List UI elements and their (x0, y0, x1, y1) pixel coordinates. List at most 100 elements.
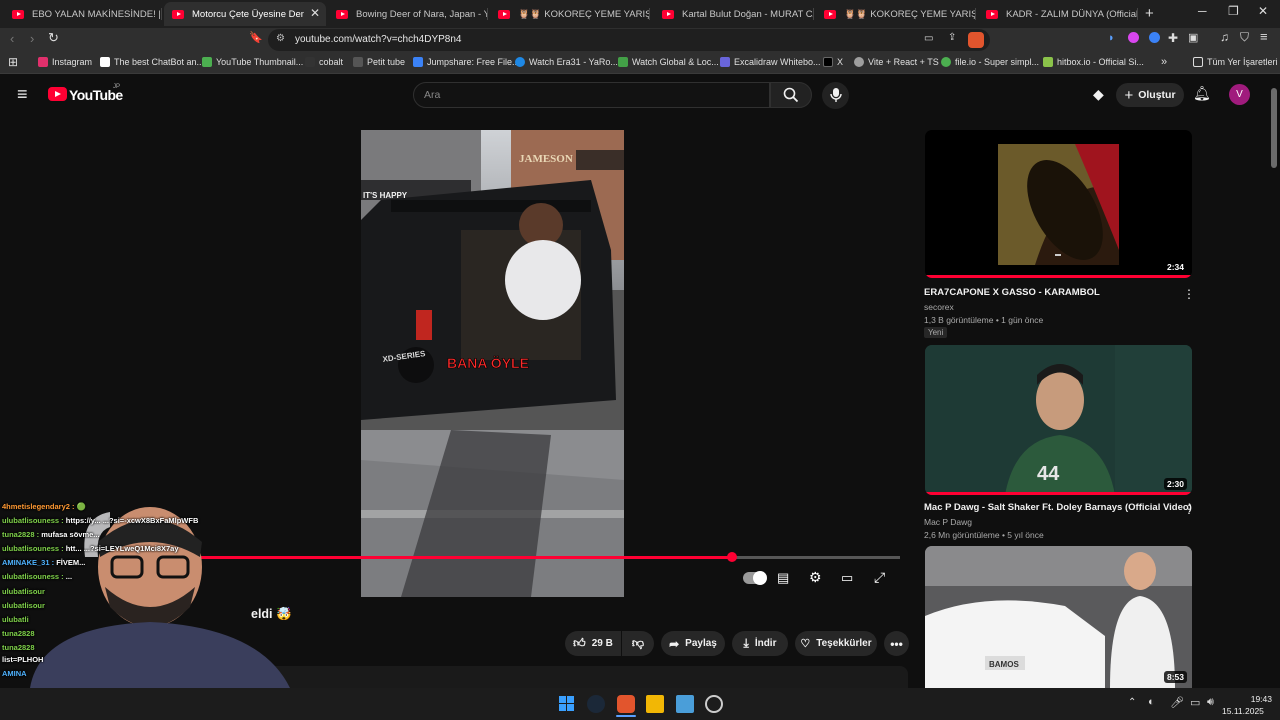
forward-icon[interactable]: › (30, 31, 34, 46)
file-explorer-icon[interactable] (646, 695, 664, 713)
bookmark-hitbox[interactable]: hitbox.io - Official Si... (1043, 57, 1144, 67)
tab-4[interactable]: 🦉🦉 KOKOREÇ YEME YARIŞMASI 2 | (490, 2, 650, 26)
bookmark-vite[interactable]: Vite + React + TS (854, 57, 939, 67)
description-box[interactable] (240, 666, 908, 688)
video-progress-bar[interactable] (200, 552, 900, 562)
new-tab-icon[interactable]: + (1145, 5, 1154, 22)
brave-browser-icon[interactable] (617, 695, 635, 713)
video-player[interactable]: JAMESON IT'S HAPPY XD-SERIES BANA ÖYLE (361, 130, 624, 597)
theater-mode-icon[interactable]: ▭ (841, 570, 853, 586)
extension-1-icon[interactable]: ◗ (1108, 32, 1115, 44)
like-button[interactable]: 👍︎ 29 B (565, 631, 621, 656)
menu-icon[interactable]: ≡ (1260, 29, 1268, 44)
bookmark-file-io[interactable]: file.io - Super simpl... (941, 57, 1039, 67)
channel-name-2[interactable]: Mac P Dawg (924, 517, 972, 527)
obs-icon[interactable] (705, 695, 723, 713)
apps-grid-icon[interactable]: ⊞ (8, 55, 18, 69)
recommendation-thumbnail-3[interactable]: BAMOS 8:53 (925, 546, 1192, 688)
thanks-button[interactable]: ♡ Teşekkürler (795, 631, 877, 656)
app-icon[interactable] (676, 695, 694, 713)
recommendation-thumbnail-2[interactable]: 44 2:30 (925, 345, 1192, 495)
fullscreen-icon[interactable]: ⤢ (874, 569, 885, 586)
chat-message: AMINA (2, 669, 27, 678)
minimize-icon[interactable]: ─ (1198, 4, 1207, 18)
cast-to-tv-icon[interactable]: ◆ (1093, 86, 1104, 103)
bookmark-watch-global[interactable]: Watch Global & Loc... (618, 57, 719, 67)
dislike-button[interactable]: 👎︎ (622, 631, 654, 656)
more-actions-button[interactable]: ••• (884, 631, 909, 656)
scrubber-handle[interactable] (727, 552, 737, 562)
active-app-indicator (616, 715, 636, 717)
bookmark-era31[interactable]: Watch Era31 - YaRo... (515, 57, 618, 67)
all-bookmarks[interactable]: Tüm Yer İşaretleri (1193, 57, 1278, 67)
video-frame: JAMESON IT'S HAPPY XD-SERIES BANA ÖYLE (361, 130, 624, 597)
volume-icon[interactable]: 🔊︎ (1207, 696, 1214, 709)
bookmark-instagram[interactable]: Instagram (38, 57, 92, 67)
view-meta-2: 2,6 Mn görüntüleme • 5 yıl önce (924, 530, 1044, 540)
subtitles-icon[interactable]: ▤ (777, 570, 789, 586)
extension-2-icon[interactable] (1128, 32, 1139, 43)
watched-progress (925, 492, 1192, 495)
notifications-bell-icon[interactable]: 🔔︎ (1193, 85, 1211, 102)
more-options-icon[interactable]: ⋮ (1183, 287, 1195, 301)
close-tab-icon[interactable]: ✕ (310, 6, 320, 20)
tab-6[interactable]: 🦉🦉 KOKOREÇ YEME YARIŞMASI 2 | (816, 2, 976, 26)
bookmark-jumpshare[interactable]: Jumpshare: Free File... (413, 57, 520, 67)
network-icon[interactable]: ▭ (1190, 696, 1200, 709)
voice-search-button[interactable] (822, 82, 849, 109)
extension-3-icon[interactable] (1149, 32, 1160, 43)
bookmark-chatbot[interactable]: The best ChatBot an... (100, 57, 204, 67)
plus-icon: + (1124, 86, 1134, 104)
window-close-icon[interactable]: ✕ (1258, 4, 1268, 18)
tab-active[interactable]: Motorcu Çete Üyesine Denk Ge✕ (164, 2, 326, 26)
settings-gear-icon[interactable]: ⚙ (809, 569, 822, 586)
back-icon[interactable]: ‹ (10, 31, 14, 46)
more-options-icon[interactable]: ⋮ (1183, 502, 1195, 516)
autoplay-toggle[interactable] (743, 571, 767, 585)
tab-1[interactable]: EBO YALAN MAKİNESİNDE! | #pemb (4, 2, 162, 26)
channel-name-1[interactable]: secorex (924, 302, 954, 312)
extensions-icon[interactable]: ✚ (1168, 31, 1178, 45)
bookmark-cobalt[interactable]: cobalt (305, 57, 343, 67)
youtube-favicon-icon (824, 9, 836, 19)
vpn-icon[interactable]: ⛉ (1240, 30, 1249, 45)
page-scrollbar[interactable] (1271, 88, 1277, 168)
reload-icon[interactable]: ↻ (48, 30, 59, 46)
recommendation-title-1[interactable]: ERA7CAPONE X GASSO - KARAMBOL (924, 287, 1100, 298)
recommendation-title-2[interactable]: Mac P Dawg - Salt Shaker Ft. Doley Barna… (924, 502, 1192, 513)
mic-tray-icon[interactable]: 🎤︎ (1170, 696, 1184, 709)
taskbar-date[interactable]: 15.11.2025 (1222, 706, 1264, 716)
tray-chevron-icon[interactable]: ⌃ (1128, 697, 1136, 708)
download-button[interactable]: ⤓ İndir (732, 631, 788, 656)
microphone-icon (830, 88, 842, 102)
search-input[interactable]: Ara (413, 82, 770, 108)
brave-shields-icon[interactable] (968, 32, 984, 48)
create-button[interactable]: + Oluştur (1116, 83, 1184, 107)
hamburger-menu-icon[interactable]: ≡ (17, 85, 28, 103)
cast-icon[interactable]: ▭ (924, 33, 933, 44)
bookmark-yt-thumbnail[interactable]: YouTube Thumbnail... (202, 57, 303, 67)
bookmark-excalidraw[interactable]: Excalidraw Whitebo... (720, 57, 821, 67)
music-icon[interactable]: ♫ (1220, 30, 1229, 44)
bookmark-petit-tube[interactable]: Petit tube (353, 57, 405, 67)
share-icon[interactable]: ⇪ (948, 32, 956, 43)
tab-5[interactable]: Kartal Bulut Doğan - MURAT CAZ TE (654, 2, 814, 26)
taskbar-time[interactable]: 19:43 (1238, 694, 1272, 704)
recommendation-thumbnail-1[interactable]: 2:34 (925, 130, 1192, 278)
restore-icon[interactable]: ❐ (1228, 4, 1239, 18)
bookmark-x[interactable]: X (823, 57, 843, 67)
start-windows-icon[interactable] (558, 695, 576, 713)
sidebar-icon[interactable]: ▣ (1188, 31, 1198, 44)
tab-3[interactable]: Bowing Deer of Nara, Japan - YouTu (328, 2, 488, 26)
site-info-icon[interactable]: ⚙ (276, 33, 285, 44)
youtube-logo-icon[interactable] (48, 87, 67, 101)
share-button[interactable]: ➦ Paylaş (661, 631, 725, 656)
duration-badge: 8:53 (1163, 671, 1187, 683)
steam-icon[interactable] (587, 695, 605, 713)
tray-app-icon[interactable]: ◐ (1148, 696, 1155, 708)
avatar[interactable]: V (1229, 84, 1250, 105)
tab-7[interactable]: KADR - ZALIM DÜNYA (Official Vide (978, 2, 1138, 26)
search-button[interactable] (770, 82, 812, 108)
more-bookmarks-icon[interactable]: » (1161, 56, 1167, 68)
bookmark-icon[interactable]: 🔖 (249, 31, 263, 44)
